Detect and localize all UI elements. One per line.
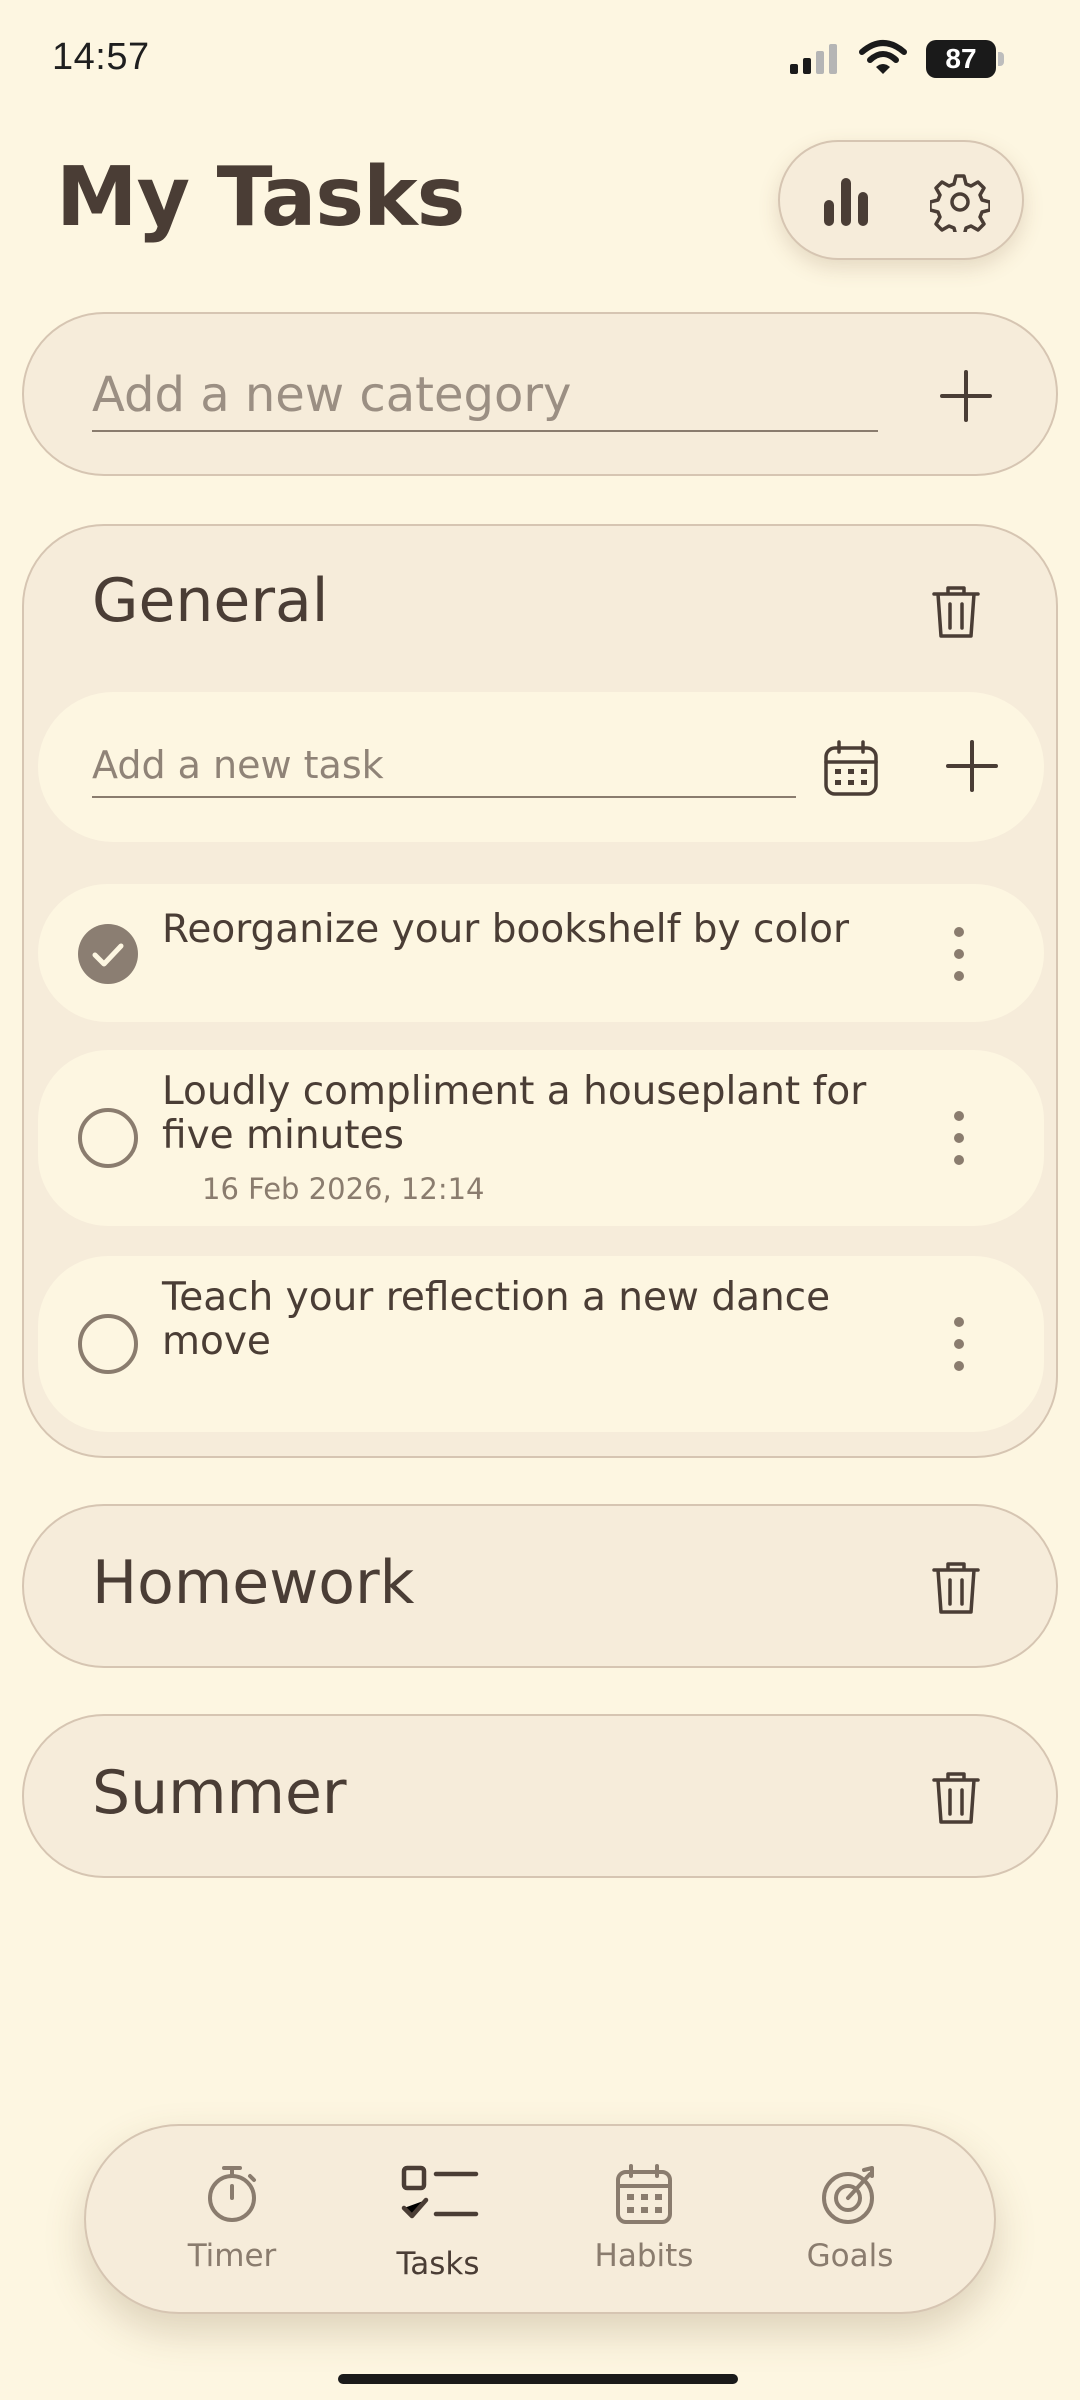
plus-icon[interactable] [934,364,998,428]
more-vertical-icon[interactable] [944,1106,974,1170]
task-text: Reorganize your bookshelf by color [162,907,850,952]
target-icon [822,2166,874,2224]
category-card-summer[interactable]: Summer [22,1714,1058,1878]
cellular-signal-icon [790,44,837,74]
task-due-date: 16 Feb 2026, 12:14 [202,1172,485,1206]
category-card-general: General Reorganize your bookshelf by col… [22,524,1058,1458]
task-text: Teach your reflection a new dance move [162,1275,831,1364]
stopwatch-icon [208,2166,256,2222]
wifi-icon [859,40,907,74]
task-item[interactable]: Reorganize your bookshelf by color [38,884,1044,1022]
category-title[interactable]: Summer [92,1758,347,1828]
nav-label: Timer [187,2238,277,2274]
trash-icon[interactable] [928,582,984,642]
nav-item-tasks[interactable]: Tasks [338,2126,538,2316]
plus-icon[interactable] [944,738,1000,794]
nav-item-timer[interactable]: Timer [132,2126,332,2316]
bottom-nav: Timer Tasks Habits Goals [84,2124,996,2314]
add-category-card [22,312,1058,476]
gear-icon[interactable] [930,172,990,232]
bar-chart-icon[interactable] [816,172,876,232]
status-time: 14:57 [52,36,150,78]
more-vertical-icon[interactable] [944,1312,974,1376]
task-input[interactable] [92,734,796,798]
task-item[interactable]: Teach your reflection a new dance move [38,1256,1044,1432]
checklist-icon [401,2165,479,2219]
checkbox-unchecked-icon[interactable] [76,1312,140,1376]
category-input[interactable] [92,360,878,432]
category-title[interactable]: Homework [92,1548,414,1618]
task-item[interactable]: Loudly compliment a houseplant for five … [38,1050,1044,1226]
category-title[interactable]: General [92,566,328,636]
battery-level: 87 [945,43,977,74]
home-indicator [338,2374,738,2384]
checkbox-unchecked-icon[interactable] [76,1106,140,1170]
status-bar: 14:57 87 [0,0,1080,120]
battery-icon: 87 [926,40,1006,78]
task-text: Loudly compliment a houseplant for five … [162,1069,867,1158]
more-vertical-icon[interactable] [944,922,974,986]
header-actions [778,140,1024,260]
trash-icon[interactable] [928,1558,984,1618]
nav-label: Tasks [396,2246,480,2282]
nav-label: Goals [806,2238,894,2274]
task-input-row [38,692,1044,842]
page-title: My Tasks [56,150,465,245]
calendar-icon [616,2164,672,2224]
nav-item-goals[interactable]: Goals [750,2126,950,2316]
trash-icon[interactable] [928,1768,984,1828]
nav-label: Habits [594,2238,694,2274]
calendar-icon[interactable] [822,738,880,798]
nav-item-habits[interactable]: Habits [544,2126,744,2316]
checkbox-checked-icon[interactable] [76,922,140,986]
category-card-homework[interactable]: Homework [22,1504,1058,1668]
